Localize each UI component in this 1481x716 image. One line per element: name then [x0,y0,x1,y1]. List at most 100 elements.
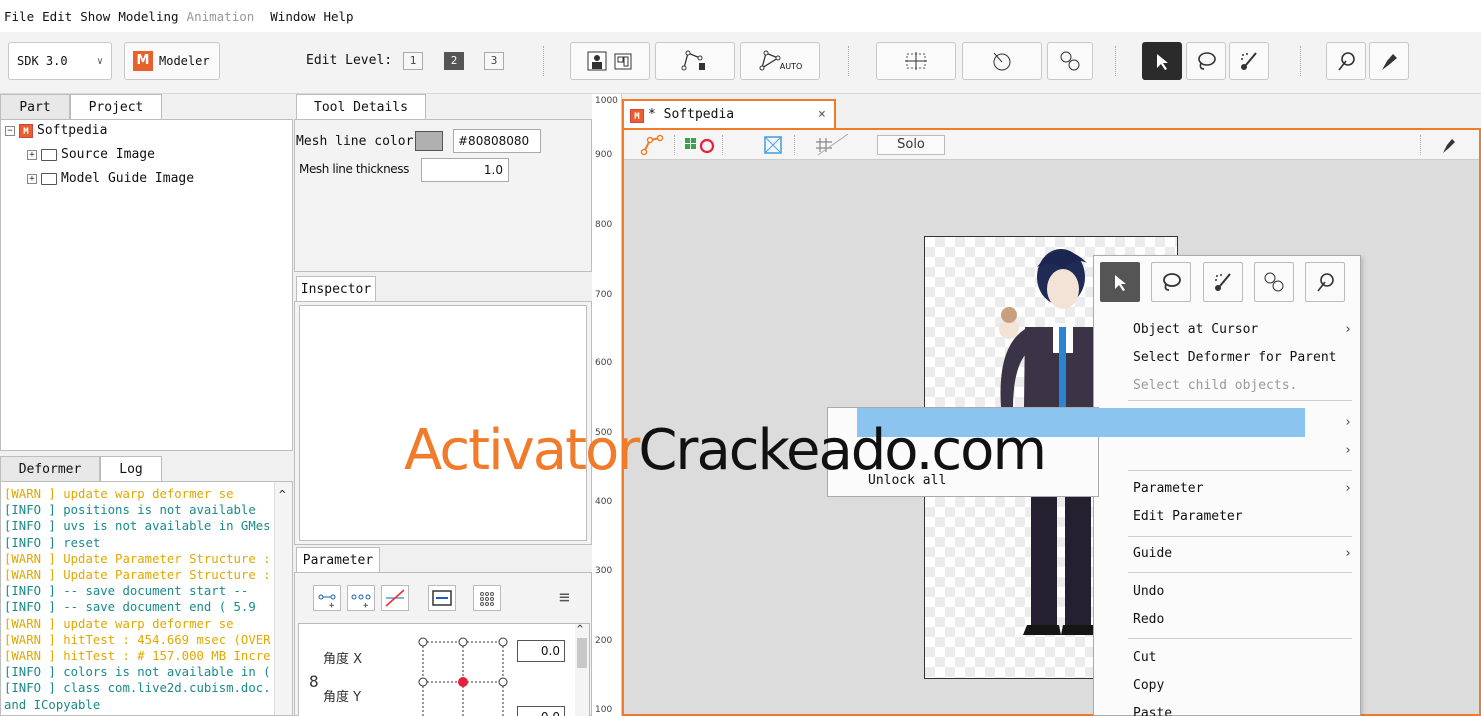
texture-atlas-icon [614,53,632,70]
expand-icon[interactable]: + [27,149,37,160]
expand-icon[interactable]: + [27,173,37,184]
context-menu-item[interactable]: Object at Cursor [1133,322,1258,337]
context-menu-item[interactable]: Paste [1133,706,1172,716]
close-icon[interactable]: × [818,107,826,122]
edit-level-3[interactable]: 3 [484,52,504,70]
menu-separator [1128,400,1352,401]
edit-level-1[interactable]: 1 [403,52,423,70]
tree-item-model-guide-image[interactable]: + Model Guide Image [27,171,194,186]
context-brush-tool[interactable] [1203,262,1243,302]
document-tab[interactable]: M * Softpedia × [622,99,836,130]
modeler-label: Modeler [159,54,210,68]
mesh-color-swatch[interactable] [415,131,443,151]
log-text: and ICopyable [4,697,101,712]
pin-icon [1338,52,1355,71]
context-menu-item[interactable]: Guide [1133,546,1172,561]
view-mode-button[interactable] [570,42,650,80]
pen-tool-button[interactable] [1369,42,1409,80]
scroll-up-icon[interactable]: ^ [577,624,583,635]
tree-item-source-image[interactable]: + Source Image [27,147,155,162]
hamburger-menu-icon[interactable]: ≡ [559,587,570,608]
param-scrollbar[interactable]: ^ [575,624,589,716]
solo-button[interactable]: Solo [877,135,945,155]
context-menu-item[interactable]: Select Deformer for Parent [1133,350,1337,365]
param-name: 角度 Y [323,690,362,705]
menu-separator [1128,470,1352,471]
param-value-input[interactable]: 0.0 [517,706,565,716]
menu-animation[interactable]: Animation [183,0,259,24]
select-tool-button[interactable] [1142,42,1182,80]
log-line: [WARN ] hitTest : 454.669 msec (OVER [4,632,274,648]
tab-part[interactable]: Part [0,94,70,120]
edit-level-2[interactable]: 2 [444,52,464,70]
menu-file[interactable]: File [0,0,38,24]
tab-inspector[interactable]: Inspector [296,276,376,302]
tab-tool-details[interactable]: Tool Details [296,94,426,120]
context-glue-tool[interactable] [1254,262,1294,302]
pen-icon[interactable] [1440,135,1458,155]
lasso-icon [1198,52,1216,70]
scroll-up-icon[interactable]: ^ [279,488,286,501]
menu-separator [1128,536,1352,537]
menu-edit[interactable]: Edit [38,0,76,24]
context-menu-item[interactable]: Parameter [1133,481,1203,496]
menu-separator [1128,638,1352,639]
link-icon[interactable]: 8 [309,672,319,691]
auto-mesh-button[interactable]: AUTO [740,42,820,80]
param-keyform-grid[interactable] [415,630,515,716]
tree-root[interactable]: − M Softpedia [5,123,107,138]
tab-project[interactable]: Project [70,94,162,120]
mesh-edit-button[interactable] [655,42,735,80]
param-value-input[interactable]: 0.0 [517,640,565,662]
log-line: [WARN ] update warp deformer se [4,616,274,632]
view-toolbar: Solo [624,130,1479,160]
warp-deformer-button[interactable] [876,42,956,80]
log-scrollbar[interactable]: ^ [274,482,292,715]
mesh-thickness-input[interactable]: 1.0 [421,158,509,182]
menu-show[interactable]: Show [76,0,114,24]
parameter-panel: + + ≡ 角度 X 8 角度 Y 0.0 0.0 ^ [294,572,592,716]
context-pin-tool[interactable] [1305,262,1345,302]
context-menu-item[interactable]: Select child objects. [1133,378,1297,393]
grid-visibility-icon[interactable] [814,134,848,156]
param-grid-button[interactable] [473,585,501,611]
mesh-color-input[interactable]: #80808080 [453,129,541,153]
context-lasso-tool[interactable] [1151,262,1191,302]
context-menu-item[interactable]: Copy [1133,678,1164,693]
bounds-visibility-icon[interactable] [762,134,784,156]
tab-deformer[interactable]: Deformer [0,456,100,482]
chevron-right-icon: › [1344,415,1352,430]
tab-log[interactable]: Log [100,456,162,482]
sdk-select[interactable]: SDK 3.0 ∨ [8,42,112,80]
log-tag: [INFO ] [4,665,56,680]
deformer-visibility-icon[interactable] [682,134,716,156]
context-menu-item[interactable]: Undo [1133,584,1164,599]
log-tag: [WARN ] [4,568,56,583]
modeler-logo-icon: M [133,51,153,71]
log-tag: [WARN ] [4,632,56,647]
log-tag: [WARN ] [4,487,56,501]
tab-parameter[interactable]: Parameter [296,547,380,573]
add-param-button[interactable]: + [313,585,341,611]
context-menu-item[interactable]: Cut [1133,650,1156,665]
context-select-tool[interactable] [1100,262,1140,302]
param-settings-button[interactable] [428,585,456,611]
watermark: ActivatorCrackeado.com [404,418,1047,483]
context-menu-item[interactable]: Edit Parameter [1133,509,1243,524]
delete-keys-button[interactable] [381,585,409,611]
rotation-deformer-button[interactable] [962,42,1042,80]
collapse-icon[interactable]: − [5,125,15,136]
glue-button[interactable] [1047,42,1093,80]
menu-help[interactable]: Help [319,0,357,24]
sdk-select-value: SDK 3.0 [17,54,68,68]
add-keys-icon: + [351,594,371,611]
modeler-mode-button[interactable]: M Modeler [124,42,220,80]
menu-window[interactable]: Window [266,0,319,24]
pin-tool-button[interactable] [1326,42,1366,80]
context-menu-item[interactable]: Redo [1133,612,1164,627]
brush-tool-button[interactable] [1229,42,1269,80]
lasso-tool-button[interactable] [1186,42,1226,80]
mesh-visibility-icon[interactable] [640,134,664,156]
add-keys-button[interactable]: + [347,585,375,611]
menu-modeling[interactable]: Modeling [114,0,182,24]
